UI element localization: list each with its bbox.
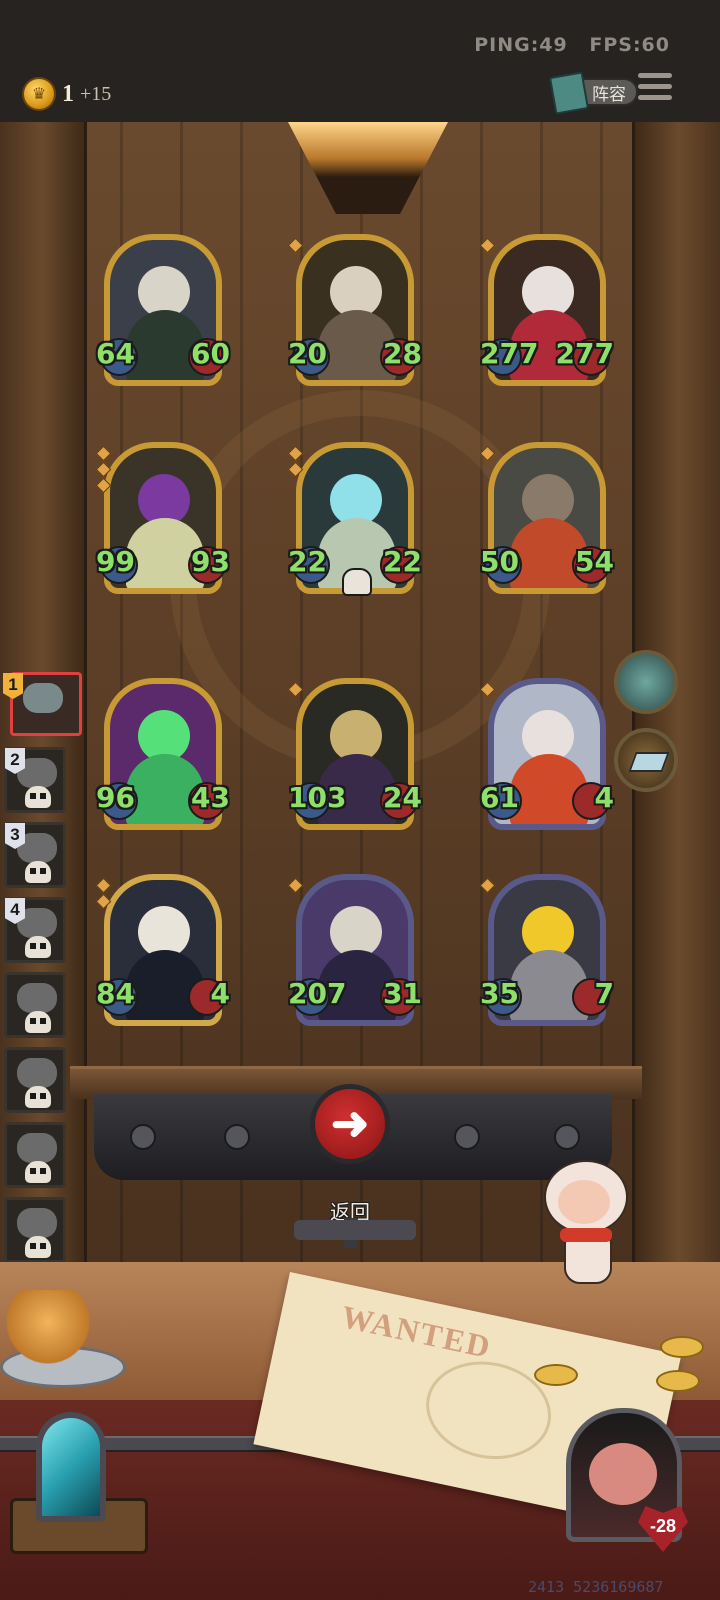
- opponent-health: -28: [649, 1515, 676, 1536]
- minion-card[interactable]: 103 24: [287, 678, 422, 836]
- gold-display: ♛ 1 +15: [22, 77, 111, 111]
- player-portrait: [17, 1058, 57, 1088]
- skull-icon: [25, 1236, 51, 1258]
- minion-card[interactable]: 84 4: [95, 874, 230, 1032]
- minion-attack: 35: [480, 977, 519, 1010]
- skull-icon: [25, 1161, 51, 1183]
- minion-health: 4: [594, 781, 614, 814]
- player-portrait: [23, 683, 63, 713]
- tier-pips: [479, 681, 496, 700]
- minion-card[interactable]: 99 93: [95, 442, 230, 600]
- skull-icon: [25, 1011, 51, 1033]
- build-id: 2413 5236169687: [528, 1578, 664, 1596]
- minion-health: 277: [555, 337, 614, 370]
- book-icon[interactable]: [614, 728, 678, 792]
- player-portrait: [17, 1208, 57, 1238]
- minion-attack: 84: [96, 977, 135, 1010]
- minion-health: 31: [383, 977, 422, 1010]
- minion-card[interactable]: 50 54: [479, 442, 614, 600]
- hamburger-menu-icon[interactable]: [638, 73, 672, 103]
- player-portrait: [17, 983, 57, 1013]
- player-tab[interactable]: [4, 1047, 66, 1113]
- minion-attack: 22: [288, 545, 327, 578]
- network-status: PING:49 FPS:60: [460, 34, 670, 56]
- fps-readout: FPS:60: [589, 34, 670, 56]
- minion-card[interactable]: 64 60: [96, 234, 230, 392]
- ghost-monkey-icon[interactable]: [614, 650, 678, 714]
- minion-attack: 61: [480, 781, 519, 814]
- lineup-button[interactable]: 阵容: [548, 71, 638, 115]
- skull-icon: [25, 936, 51, 958]
- minion-attack: 50: [480, 545, 519, 578]
- tier-pips: [287, 877, 304, 896]
- tier-pips: [479, 877, 496, 896]
- coin-pile: [0, 1290, 96, 1370]
- minion-health: 60: [191, 337, 230, 370]
- minion-health: 28: [383, 337, 422, 370]
- crown-coin-icon: ♛: [22, 77, 56, 111]
- minion-attack: 277: [480, 337, 539, 370]
- lineup-label: 阵容: [592, 84, 626, 104]
- minion-attack: 20: [288, 337, 327, 370]
- minion-attack: 64: [96, 337, 135, 370]
- minion-card[interactable]: 96 43: [96, 678, 230, 836]
- skull-icon: [25, 861, 51, 883]
- arrow-left-icon: ➜: [330, 1097, 370, 1149]
- ping-readout: PING:49: [474, 34, 568, 56]
- skull-icon: [25, 786, 51, 808]
- monkey-hero[interactable]: [540, 1146, 630, 1286]
- tier-pips: [479, 237, 496, 256]
- player-tab[interactable]: 2: [4, 747, 66, 813]
- player-tab[interactable]: [4, 972, 66, 1038]
- tier-pips: [287, 445, 304, 480]
- minion-card[interactable]: 20 28: [287, 234, 422, 392]
- skull-icon: [342, 568, 372, 596]
- crystal-portal[interactable]: [36, 1412, 106, 1522]
- table-coin: [660, 1336, 704, 1358]
- tier-pips: [95, 877, 112, 912]
- skull-icon: [25, 1086, 51, 1108]
- player-tab[interactable]: [4, 1122, 66, 1188]
- gold-income: +15: [80, 82, 112, 105]
- minion-health: 43: [191, 781, 230, 814]
- player-tab[interactable]: 3: [4, 822, 66, 888]
- minion-card[interactable]: 35 7: [479, 874, 614, 1032]
- minion-card[interactable]: 207 31: [287, 874, 422, 1032]
- minion-health: 93: [191, 545, 230, 578]
- opponent-face: [589, 1443, 657, 1505]
- tier-pips: [479, 445, 496, 464]
- minion-card[interactable]: 61 4: [479, 678, 614, 836]
- minion-health: 54: [575, 545, 614, 578]
- player-tab[interactable]: [4, 1197, 66, 1263]
- minion-health: 7: [594, 977, 614, 1010]
- tier-pips: [95, 445, 112, 496]
- gold-amount: 1: [62, 80, 74, 107]
- player-tab[interactable]: 1: [3, 672, 82, 736]
- button-post-base: [294, 1220, 416, 1240]
- minion-card[interactable]: 22 22: [287, 442, 422, 600]
- minion-card[interactable]: 277 277: [479, 234, 614, 392]
- minion-attack: 99: [96, 545, 135, 578]
- minion-attack: 103: [288, 781, 347, 814]
- top-bar: PING:49 FPS:60 ♛ 1 +15 阵容: [0, 0, 720, 122]
- minion-health: 24: [383, 781, 422, 814]
- tier-pips: [287, 681, 304, 700]
- tier-pips: [287, 237, 304, 256]
- book-icon: [548, 71, 590, 115]
- back-button[interactable]: ➜: [310, 1084, 390, 1164]
- player-tab[interactable]: 4: [4, 897, 66, 963]
- minion-attack: 207: [288, 977, 347, 1010]
- minion-health: 22: [383, 545, 422, 578]
- table-coin: [534, 1364, 578, 1386]
- player-portrait: [17, 1133, 57, 1163]
- table-coin: [656, 1370, 700, 1392]
- minion-health: 4: [210, 977, 230, 1010]
- minion-attack: 96: [96, 781, 135, 814]
